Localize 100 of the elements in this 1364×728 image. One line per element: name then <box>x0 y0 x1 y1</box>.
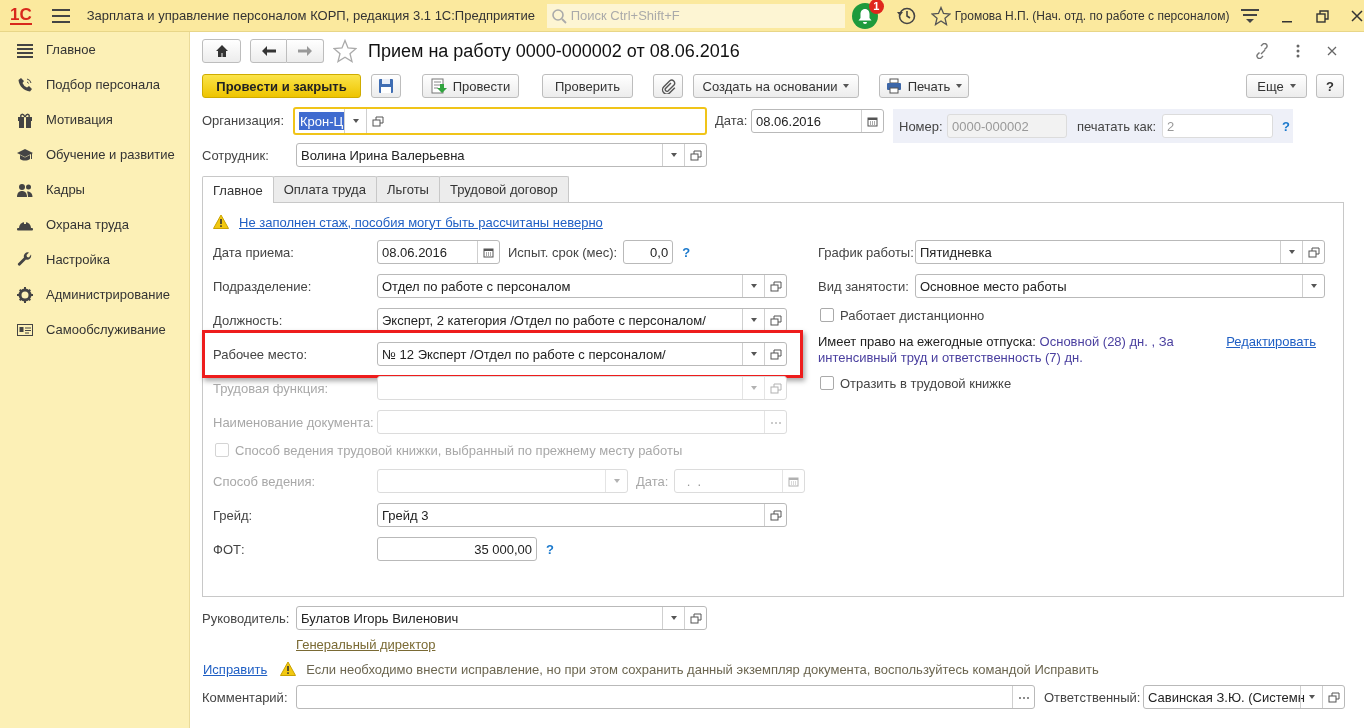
post-button[interactable]: Провести <box>422 74 519 98</box>
menu-icon[interactable] <box>51 7 70 24</box>
field-label: Руководитель: <box>202 610 291 626</box>
menu-button[interactable]: Создать на основании <box>693 74 859 98</box>
menu-icon[interactable] <box>1241 6 1259 25</box>
field-label: Номер: <box>899 118 944 134</box>
save-button[interactable] <box>371 74 401 98</box>
user-name[interactable]: Громова Н.П. (Нач. отд. по работе с персоналом) <box>954 7 1230 24</box>
help-link[interactable]: ? <box>546 541 554 557</box>
warning-link[interactable]: Не заполнен стаж, пособия могут быть рассчитаны неверно <box>239 214 603 230</box>
field-label: Рабочее место: <box>213 346 309 362</box>
field-label: Ответственный: <box>1044 689 1142 705</box>
date-field[interactable]: 08.06.2016 <box>377 240 500 264</box>
back-arrow-icon <box>260 45 277 57</box>
star-icon[interactable] <box>333 39 357 63</box>
field-label: печатать как: <box>1077 118 1158 134</box>
tab[interactable]: Льготы <box>375 176 440 202</box>
sidebar-item[interactable]: Подбор персонала <box>46 77 160 92</box>
sidebar-item[interactable]: Главное <box>46 42 96 57</box>
number-field[interactable]: 0,0 <box>623 240 674 264</box>
sidebar-item[interactable]: Охрана труда <box>46 217 129 232</box>
more-icon[interactable] <box>1296 44 1300 58</box>
sidebar-item[interactable]: Администрирование <box>46 287 170 302</box>
attach-button[interactable] <box>653 74 683 98</box>
home-button[interactable] <box>202 39 241 63</box>
number-field[interactable]: 35 000,00 <box>377 537 537 561</box>
combo-box[interactable]: Булатов Игорь Виленович <box>296 606 707 630</box>
combo-box[interactable]: Отдел по работе с персоналом <box>377 274 787 298</box>
warning-icon <box>280 661 297 677</box>
field-label: Способ ведения: <box>213 473 317 489</box>
sidebar-item[interactable]: Самообслуживание <box>46 322 166 337</box>
checkbox[interactable] <box>820 376 834 390</box>
checkbox-label: Способ ведения трудовой книжки, выбранный по прежнему месту работы <box>235 442 683 458</box>
caret-icon <box>750 386 757 390</box>
history-icon[interactable] <box>896 5 917 26</box>
combo-box[interactable]: Волина Ирина Валерьевна <box>296 143 707 167</box>
caret-icon <box>670 153 677 157</box>
sidebar-item[interactable]: Кадры <box>46 182 85 197</box>
open-window-icon <box>371 115 384 127</box>
fix-note: Если необходимо внести исправление, но при этом сохранить данный экземпляр документа, воспользуйтесь командой Исправить <box>306 661 1099 677</box>
combo-box[interactable]: Пятидневка <box>915 240 1325 264</box>
caret-icon <box>750 318 757 322</box>
close-icon[interactable] <box>1350 8 1364 23</box>
post-and-close-button[interactable]: Провести и закрыть <box>202 74 361 98</box>
field-label: Организация: <box>202 112 286 130</box>
menu-button[interactable]: Еще <box>1246 74 1307 98</box>
calendar-icon <box>483 246 494 258</box>
sidebar-item[interactable]: Обучение и развитие <box>46 147 175 162</box>
star-icon[interactable] <box>930 5 951 26</box>
tab[interactable]: Главное <box>202 176 274 203</box>
people-icon <box>17 181 33 198</box>
open-window-icon <box>769 280 782 292</box>
open-window-icon <box>689 149 702 161</box>
date-field[interactable]: 08.06.2016 <box>751 109 884 133</box>
checkbox[interactable] <box>820 308 834 322</box>
print-button[interactable]: Печать <box>879 74 969 98</box>
paperclip-icon <box>660 78 676 94</box>
close-icon[interactable] <box>1326 45 1338 57</box>
dropdown-field[interactable]: Основное место работы <box>915 274 1325 298</box>
fix-link[interactable]: Исправить <box>203 661 268 677</box>
caret-icon <box>670 616 677 620</box>
open-window-icon <box>1307 246 1320 258</box>
toolbar-button[interactable]: Проверить <box>542 74 633 98</box>
field-label: Комментарий: <box>202 689 289 705</box>
combo-box[interactable]: Савинская З.Ю. (Системн <box>1143 685 1345 709</box>
help-link[interactable]: ? <box>1282 118 1290 134</box>
link-icon[interactable] <box>1254 43 1270 59</box>
caret-icon <box>1289 84 1296 88</box>
sidebar-item[interactable]: Настройка <box>46 252 110 267</box>
caret-icon <box>750 284 757 288</box>
caret-icon <box>613 479 620 483</box>
list-icon <box>17 41 33 58</box>
app-logo: 1С <box>10 6 32 25</box>
help-link[interactable]: ? <box>682 244 691 260</box>
tab[interactable]: Трудовой договор <box>438 176 569 202</box>
toolbar-button[interactable]: ? <box>1316 74 1344 98</box>
combo-box[interactable]: № 12 Эксперт /Отдел по работе с персоналом/ <box>377 342 787 366</box>
forward-arrow-icon <box>297 45 313 57</box>
id-card-icon <box>17 321 33 338</box>
field-label: График работы: <box>818 244 915 260</box>
phone-icon <box>17 76 33 93</box>
sidebar-item[interactable]: Мотивация <box>46 112 113 127</box>
input-field[interactable] <box>296 685 1035 709</box>
open-window-icon <box>769 382 782 394</box>
gift-icon <box>17 111 33 128</box>
restore-icon[interactable] <box>1315 8 1329 23</box>
input-field[interactable]: Грейд 3 <box>377 503 787 527</box>
calendar-icon <box>867 115 878 127</box>
combo-box[interactable]: Крон-Ц <box>293 107 707 135</box>
bell-icon[interactable] <box>851 2 878 29</box>
tab[interactable]: Оплата труда <box>272 176 377 202</box>
combo-box[interactable]: Эксперт, 2 категория /Отдел по работе с персоналом/ <box>377 308 787 332</box>
search-icon <box>550 7 567 24</box>
caret-icon <box>1310 284 1317 288</box>
back-button[interactable] <box>250 39 287 63</box>
caret-icon <box>1288 250 1295 254</box>
checkbox-label: Отразить в трудовой книжке <box>840 375 1012 391</box>
edit-link[interactable]: Редактировать <box>1226 334 1316 349</box>
position-link[interactable]: Генеральный директор <box>296 637 436 652</box>
calendar-icon <box>788 475 800 487</box>
